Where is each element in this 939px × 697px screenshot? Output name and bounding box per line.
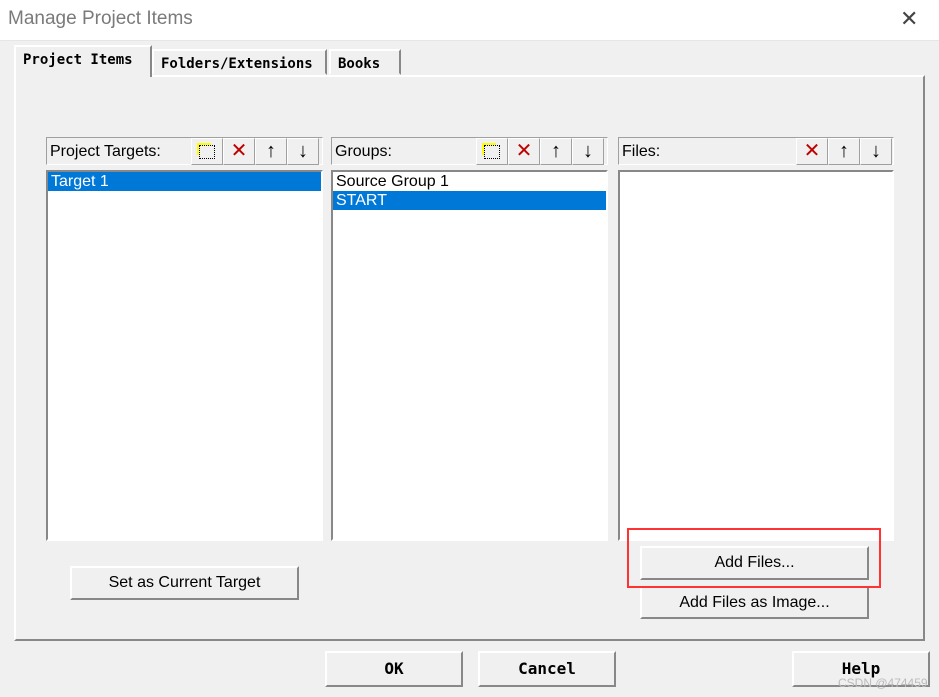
- watermark: CSDN @474459: [838, 676, 928, 690]
- delete-icon: ✕: [803, 140, 821, 162]
- arrow-up-icon: ↑: [839, 140, 849, 162]
- arrow-up-icon: ↑: [266, 140, 276, 162]
- arrow-down-icon: ↓: [298, 140, 308, 162]
- move-up-file-button[interactable]: ↑: [828, 138, 860, 165]
- move-down-group-button[interactable]: ↓: [572, 138, 604, 165]
- groups-list[interactable]: Source Group 1 START: [331, 170, 608, 541]
- files-header: Files: ✕ ↑ ↓: [618, 137, 894, 165]
- new-group-button[interactable]: [476, 138, 508, 165]
- groups-label: Groups:: [335, 143, 392, 160]
- delete-target-button[interactable]: ✕: [223, 138, 255, 165]
- delete-icon: ✕: [515, 140, 533, 162]
- files-label: Files:: [622, 143, 661, 160]
- new-item-icon: [484, 145, 500, 159]
- tab-folders-extensions[interactable]: Folders/Extensions: [152, 49, 327, 75]
- move-up-group-button[interactable]: ↑: [540, 138, 572, 165]
- list-item-group[interactable]: START: [333, 191, 606, 210]
- cancel-button[interactable]: Cancel: [478, 651, 616, 687]
- close-button[interactable]: ✕: [900, 6, 918, 32]
- move-down-target-button[interactable]: ↓: [287, 138, 319, 165]
- arrow-down-icon: ↓: [583, 140, 593, 162]
- targets-list[interactable]: Target 1: [46, 170, 323, 541]
- tab-books[interactable]: Books: [329, 49, 401, 75]
- move-down-file-button[interactable]: ↓: [860, 138, 892, 165]
- new-item-icon: [199, 145, 215, 159]
- window-title: Manage Project Items: [8, 8, 193, 29]
- add-files-as-image-button[interactable]: Add Files as Image...: [640, 586, 869, 619]
- set-current-target-button[interactable]: Set as Current Target: [70, 566, 299, 600]
- groups-header: Groups: ✕ ↑ ↓: [331, 137, 608, 165]
- highlight-box: [627, 528, 881, 588]
- ok-button[interactable]: OK: [325, 651, 463, 687]
- arrow-down-icon: ↓: [871, 140, 881, 162]
- list-item-group[interactable]: Source Group 1: [333, 172, 606, 191]
- targets-header: Project Targets: ✕ ↑ ↓: [46, 137, 323, 165]
- targets-label: Project Targets:: [50, 143, 161, 160]
- move-up-target-button[interactable]: ↑: [255, 138, 287, 165]
- delete-icon: ✕: [230, 140, 248, 162]
- files-list[interactable]: [618, 170, 894, 541]
- delete-group-button[interactable]: ✕: [508, 138, 540, 165]
- new-target-button[interactable]: [191, 138, 223, 165]
- arrow-up-icon: ↑: [551, 140, 561, 162]
- list-item-target[interactable]: Target 1: [48, 172, 321, 191]
- tab-project-items[interactable]: Project Items: [14, 45, 152, 77]
- delete-file-button[interactable]: ✕: [796, 138, 828, 165]
